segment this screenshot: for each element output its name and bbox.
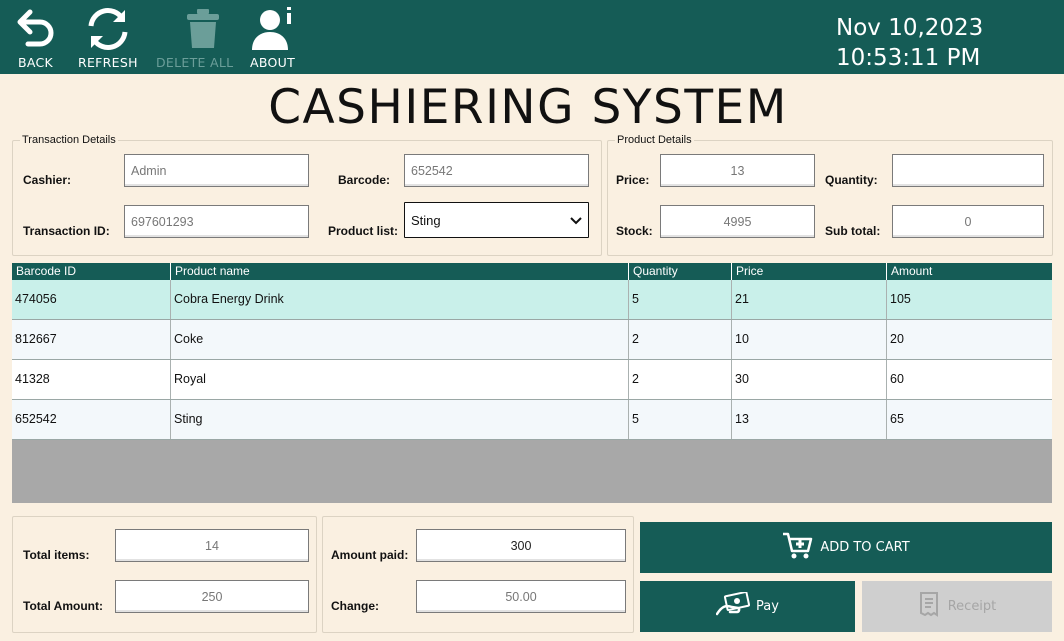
add-to-cart-button[interactable]: ADD TO CART: [640, 522, 1052, 573]
cell-barcode: 41328: [12, 360, 171, 399]
chevron-down-icon: [570, 213, 582, 228]
back-label: BACK: [18, 55, 54, 70]
cell-barcode: 652542: [12, 400, 171, 439]
header-price[interactable]: Price: [732, 263, 887, 280]
cell-quantity: 5: [629, 280, 732, 319]
refresh-icon: [82, 0, 134, 57]
delete-all-button[interactable]: DELETE ALL: [156, 0, 234, 74]
cell-product: Coke: [171, 320, 629, 359]
cell-price: 13: [732, 400, 887, 439]
quantity-label: Quantity:: [825, 173, 878, 187]
transaction-id-label: Transaction ID:: [23, 224, 110, 238]
total-amount-label: Total Amount:: [23, 599, 103, 613]
delete-all-label: DELETE ALL: [156, 55, 234, 70]
receipt-button[interactable]: Receipt: [862, 581, 1052, 632]
cell-amount: 20: [890, 332, 904, 346]
cell-price: 21: [732, 280, 887, 319]
quantity-field[interactable]: [892, 154, 1044, 187]
change-field[interactable]: 50.00: [416, 580, 626, 613]
cell-quantity: 2: [629, 320, 732, 359]
total-amount-field[interactable]: 250: [115, 580, 309, 613]
clock: Nov 10,2023 10:53:11 PM: [836, 13, 983, 73]
cashier-label: Cashier:: [23, 173, 72, 187]
total-items-label: Total items:: [23, 548, 90, 562]
hand-cash-icon: [715, 590, 756, 622]
about-label: ABOUT: [250, 55, 296, 70]
product-list-select[interactable]: Sting: [404, 202, 589, 238]
cell-barcode: 812667: [12, 320, 171, 359]
amount-paid-field[interactable]: 300: [416, 529, 626, 562]
transaction-details-legend: Transaction Details: [22, 134, 116, 146]
table-header: Barcode ID Product name Quantity Price A…: [12, 263, 1052, 280]
barcode-label: Barcode:: [338, 173, 391, 187]
add-to-cart-label: ADD TO CART: [820, 540, 910, 555]
undo-arrow-icon: [16, 0, 56, 55]
cell-price: 30: [732, 360, 887, 399]
about-button[interactable]: ABOUT: [250, 0, 298, 74]
receipt-label: Receipt: [947, 599, 997, 614]
cell-product: Royal: [171, 360, 629, 399]
change-label: Change:: [331, 599, 379, 613]
trash-icon: [183, 0, 223, 57]
clock-time: 10:53:11 PM: [836, 45, 981, 71]
refresh-label: REFRESH: [78, 55, 138, 70]
cell-product: Sting: [171, 400, 629, 439]
header-product-name[interactable]: Product name: [171, 263, 629, 280]
barcode-field[interactable]: 652542: [404, 154, 589, 187]
page-title: CASHIERING SYSTEM: [268, 80, 788, 135]
user-info-icon: [250, 0, 298, 57]
table-row[interactable]: 652542 Sting 5 13 65: [12, 400, 1052, 440]
amount-paid-label: Amount paid:: [331, 548, 409, 562]
stock-label: Stock:: [616, 224, 653, 238]
header-amount[interactable]: Amount: [887, 263, 1052, 280]
refresh-button[interactable]: REFRESH: [78, 0, 138, 74]
stock-field[interactable]: 4995: [660, 205, 815, 238]
table-row[interactable]: 812667 Coke 2 10 20: [12, 320, 1052, 360]
product-list-label: Product list:: [328, 224, 399, 238]
cell-price: 10: [732, 320, 887, 359]
price-field[interactable]: 13: [660, 154, 815, 187]
header-quantity[interactable]: Quantity: [629, 263, 732, 280]
back-button[interactable]: BACK: [14, 0, 58, 74]
product-list-value: Sting: [411, 212, 441, 228]
total-items-field[interactable]: 14: [115, 529, 309, 562]
cell-amount: 65: [890, 412, 904, 426]
cell-barcode: 474056: [12, 280, 171, 319]
clock-date: Nov 10,2023: [836, 15, 984, 41]
table-row[interactable]: 41328 Royal 2 30 60: [12, 360, 1052, 400]
top-toolbar: BACK REFRESH DELETE ALL ABOUT Nov 10,202…: [0, 0, 1064, 74]
table-row[interactable]: 474056 Cobra Energy Drink 5 21 105: [12, 280, 1052, 320]
cell-amount: 60: [890, 372, 904, 386]
product-details-legend: Product Details: [617, 134, 692, 146]
pay-label: Pay: [756, 599, 779, 614]
transaction-id-field[interactable]: 697601293: [124, 205, 309, 238]
header-barcode-id[interactable]: Barcode ID: [12, 263, 171, 280]
cart-table: Barcode ID Product name Quantity Price A…: [12, 263, 1052, 503]
price-label: Price:: [616, 173, 650, 187]
cell-product: Cobra Energy Drink: [171, 280, 629, 319]
cashier-field[interactable]: Admin: [124, 154, 309, 187]
cell-quantity: 5: [629, 400, 732, 439]
pay-button[interactable]: Pay: [640, 581, 855, 632]
receipt-icon: [918, 591, 948, 623]
cell-quantity: 2: [629, 360, 732, 399]
cell-amount: 105: [890, 292, 911, 306]
subtotal-label: Sub total:: [825, 224, 881, 238]
subtotal-field[interactable]: 0: [892, 205, 1044, 238]
cart-plus-icon: [782, 531, 820, 565]
